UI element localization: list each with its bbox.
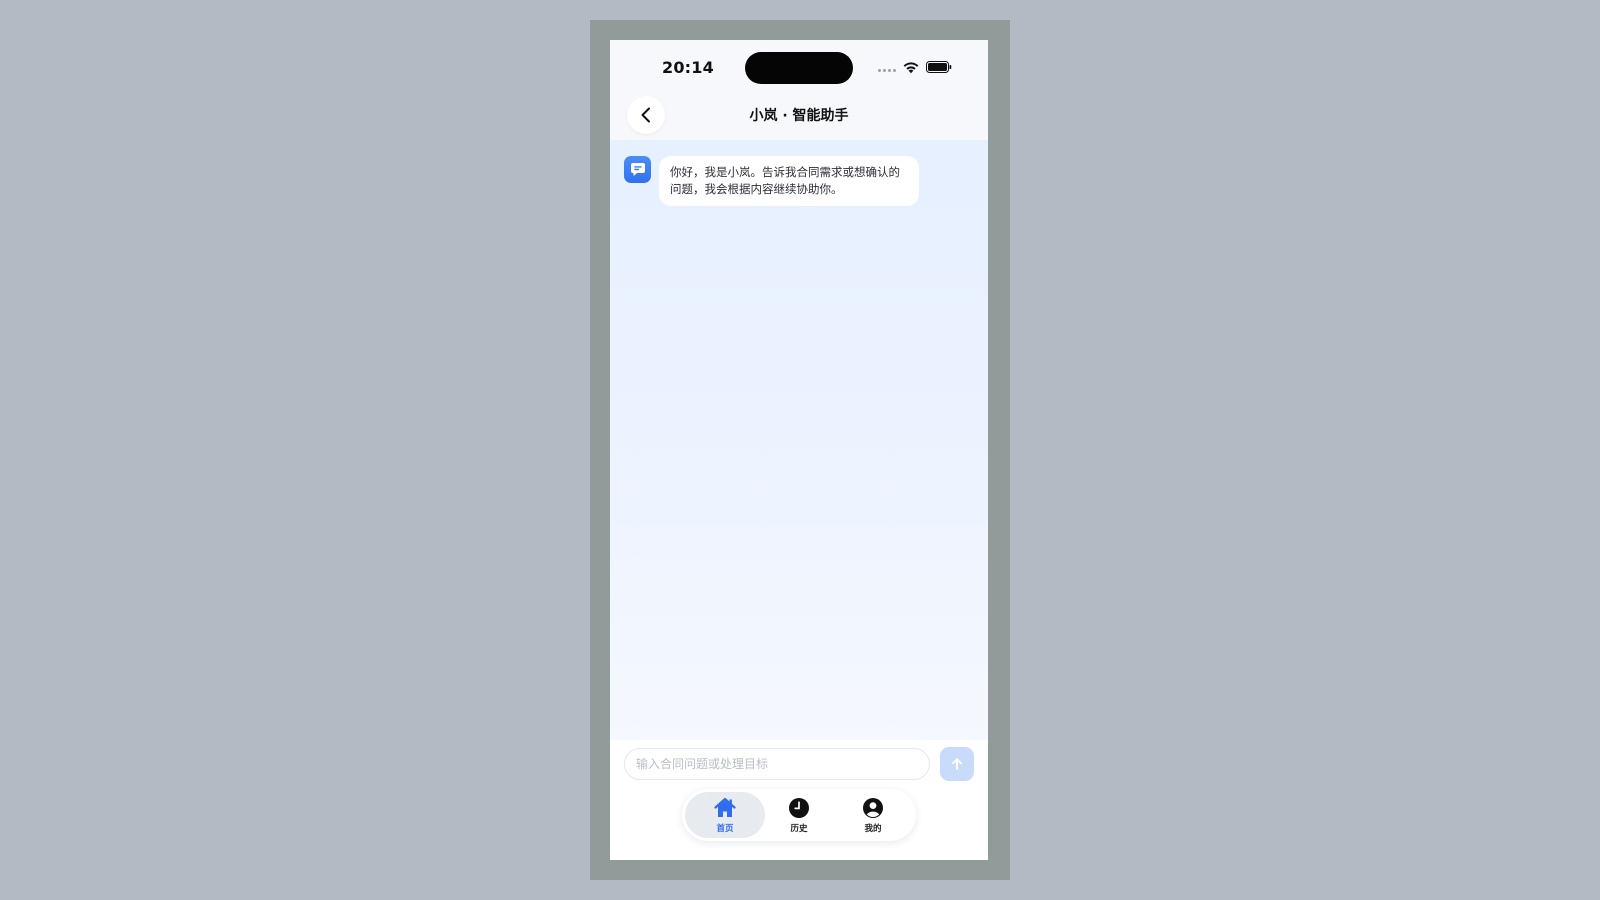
user-icon bbox=[863, 797, 883, 818]
tab-label-history: 历史 bbox=[790, 823, 808, 834]
send-button[interactable] bbox=[940, 747, 974, 781]
home-icon bbox=[714, 797, 736, 817]
battery-icon bbox=[926, 61, 952, 73]
status-time: 20:14 bbox=[662, 58, 714, 77]
tab-home[interactable]: 首页 bbox=[685, 792, 765, 838]
phone-screen: 20:14 小岚 · 智能助手 你好，我是小岚。告诉我合同需求或想确认的问题，我… bbox=[610, 40, 988, 860]
message-input[interactable] bbox=[624, 748, 930, 780]
arrow-up-icon bbox=[952, 758, 962, 770]
status-bar: 20:14 bbox=[610, 40, 988, 92]
bot-message-bubble: 你好，我是小岚。告诉我合同需求或想确认的问题，我会根据内容继续协助你。 bbox=[659, 156, 919, 206]
composer-area: 首页 历史 我的 bbox=[610, 740, 988, 860]
top-nav-bar: 小岚 · 智能助手 bbox=[610, 92, 988, 140]
chat-area[interactable]: 你好，我是小岚。告诉我合同需求或想确认的问题，我会根据内容继续协助你。 bbox=[610, 140, 988, 740]
bot-avatar bbox=[624, 156, 651, 183]
tab-label-home: 首页 bbox=[716, 823, 734, 834]
dynamic-island bbox=[745, 52, 853, 84]
wifi-icon bbox=[903, 62, 919, 74]
tab-history[interactable]: 历史 bbox=[759, 792, 839, 838]
clock-icon bbox=[789, 797, 809, 818]
chat-bubble-icon bbox=[630, 163, 645, 176]
tab-profile[interactable]: 我的 bbox=[833, 792, 913, 838]
page-title: 小岚 · 智能助手 bbox=[749, 108, 849, 124]
cellular-dots-icon bbox=[878, 69, 896, 72]
tab-label-profile: 我的 bbox=[864, 823, 882, 834]
bottom-tab-bar: 首页 历史 我的 bbox=[682, 789, 916, 841]
